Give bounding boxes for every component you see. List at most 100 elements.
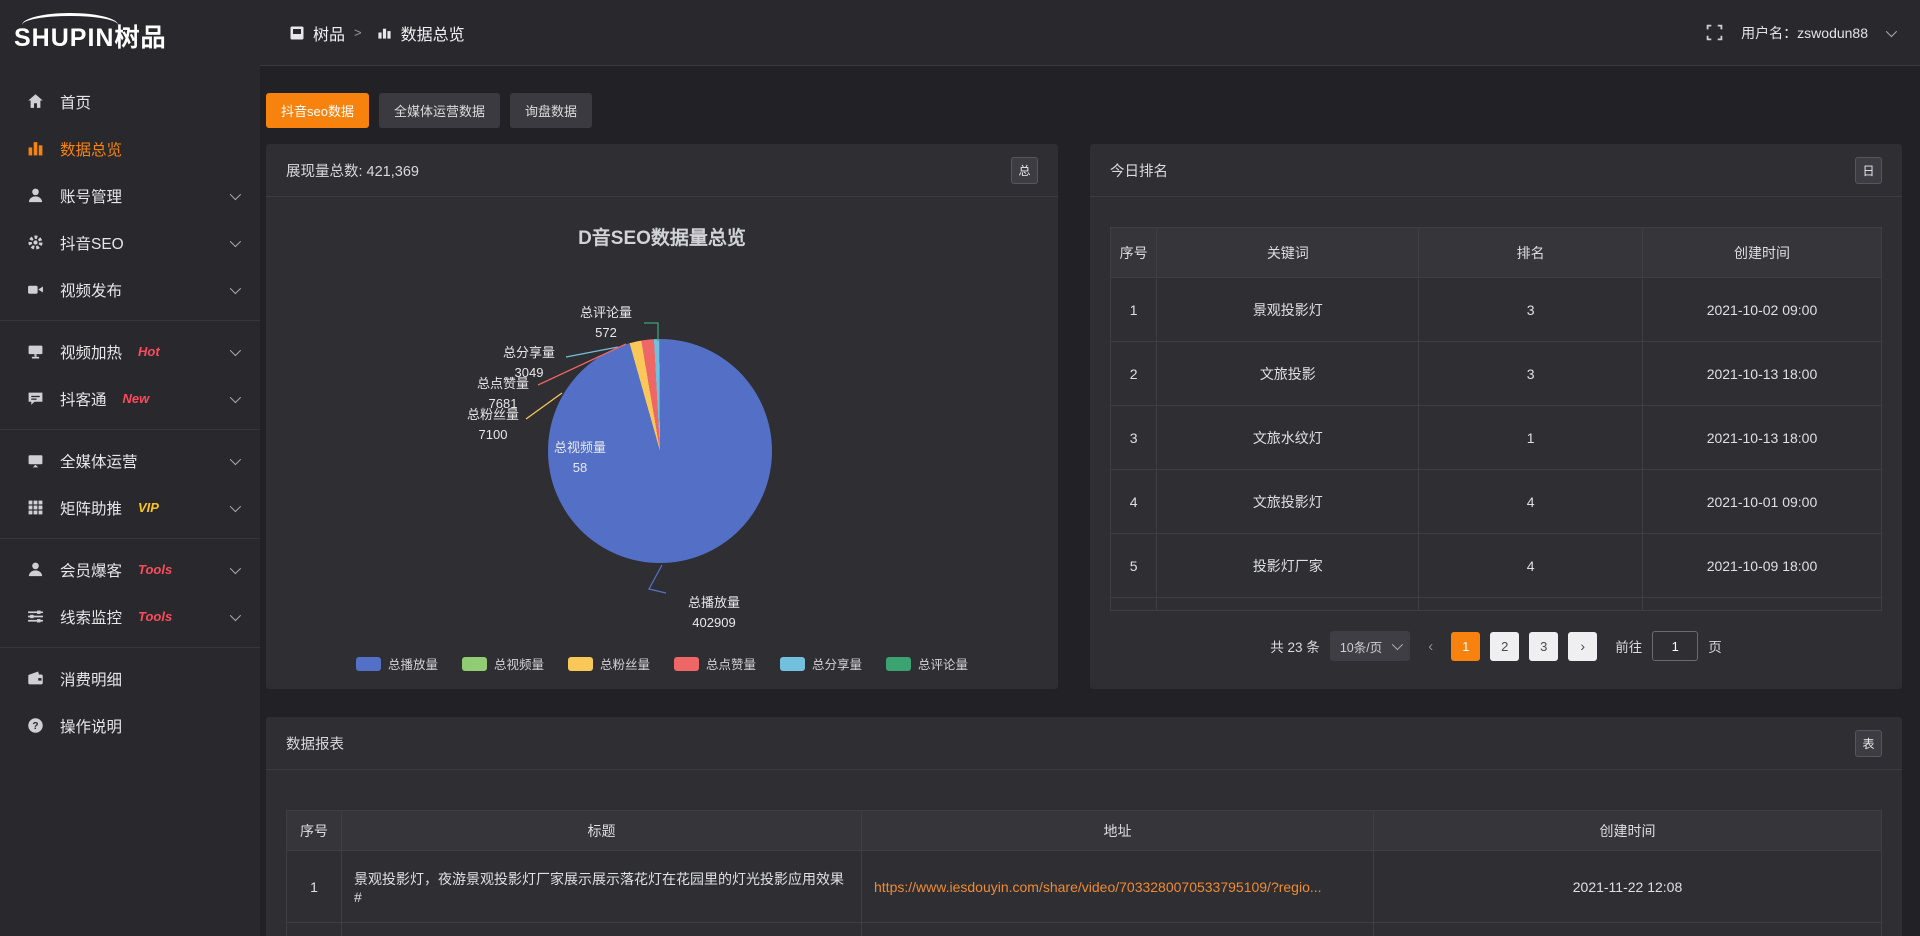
sidebar-item-video-publish[interactable]: 视频发布 [0, 266, 260, 313]
legend-item[interactable]: 总播放量 [356, 654, 438, 673]
legend-item[interactable]: 总分享量 [780, 654, 862, 673]
sidebar-divider [0, 429, 260, 430]
column-header: 创建时间 [1374, 811, 1882, 851]
day-view-button[interactable]: 日 [1855, 157, 1882, 184]
sidebar-divider [0, 647, 260, 648]
legend-item[interactable]: 总评论量 [886, 654, 968, 673]
prev-page-button[interactable]: ‹ [1420, 638, 1441, 655]
screen-icon [26, 343, 45, 360]
page-button-3[interactable]: 3 [1529, 632, 1558, 661]
column-header: 创建时间 [1642, 228, 1881, 278]
callout-comments: 总评论量572 [561, 303, 651, 343]
table-cell: 2021-10-13 18:00 [1642, 342, 1881, 406]
bar-chart-icon [26, 140, 45, 157]
table-row[interactable]: 5 投影灯厂家 4 2021-10-09 18:00 [1111, 534, 1882, 598]
tab-inquiry-data[interactable]: 询盘数据 [510, 93, 592, 128]
chat-icon [26, 390, 45, 407]
breadcrumb-current: 数据总览 [401, 21, 465, 45]
sidebar-divider [0, 320, 260, 321]
table-cell: 文旅水纹灯 [1157, 406, 1419, 470]
breadcrumb-separator: > [354, 25, 362, 40]
table-row[interactable]: 4 文旅投影灯 4 2021-10-01 09:00 [1111, 470, 1882, 534]
user-menu-chevron-icon[interactable] [1886, 25, 1897, 36]
sidebar-item-label: 矩阵助推 [60, 497, 122, 519]
tab-omnimedia-data[interactable]: 全媒体运营数据 [379, 93, 500, 128]
column-header: 序号 [287, 811, 342, 851]
column-header: 标题 [342, 811, 862, 851]
next-page-button[interactable]: › [1568, 632, 1597, 661]
per-page-select[interactable]: 10条/页 [1330, 631, 1410, 661]
fullscreen-icon[interactable] [1706, 24, 1723, 41]
sidebar-item-douketong[interactable]: 抖客通 New [0, 375, 260, 422]
rank-panel-title: 今日排名 [1110, 160, 1168, 181]
monitor-icon [26, 452, 45, 469]
table-cell: 2021-11-22 12:08 [1374, 851, 1882, 923]
video-icon [26, 281, 45, 298]
username-label[interactable]: 用户名：zswodun88 [1741, 23, 1868, 43]
sidebar-item-consumption[interactable]: 消费明细 [0, 655, 260, 702]
sidebar-divider [0, 538, 260, 539]
sidebar-item-instructions[interactable]: ? 操作说明 [0, 702, 260, 749]
data-report-panel: 数据报表 表 序号 标题 地址 创建时间 1 景观投影灯，夜游景观投影灯厂家展示… [266, 717, 1902, 936]
goto-page-input[interactable] [1652, 631, 1698, 661]
top-header: 树品 > 数据总览 用户名：zswodun88 [260, 0, 1920, 66]
chart-title: D音SEO数据量总览 [266, 223, 1058, 250]
chevron-down-icon [230, 391, 241, 402]
total-view-button[interactable]: 总 [1011, 157, 1038, 184]
table-row[interactable]: 1 景观投影灯 3 2021-10-02 09:00 [1111, 278, 1882, 342]
chevron-down-icon [230, 188, 241, 199]
callout-videos: 总视频量58 [542, 438, 618, 478]
table-cell: 3 [1111, 406, 1157, 470]
pagination: 共 23 条 10条/页 ‹ 1 2 3 › 前往 页 [1110, 631, 1882, 661]
page-button-1[interactable]: 1 [1451, 632, 1480, 661]
table-row[interactable]: 1 景观投影灯，夜游景观投影灯厂家展示展示落花灯在花园里的灯光投影应用效果 # … [287, 851, 1882, 923]
callout-plays: 总播放量402909 [666, 593, 762, 633]
impressions-total-label: 展现量总数: 421,369 [286, 160, 419, 181]
sidebar: SHUPIN树品 首页 数据总览 账号管理 抖音SEO [0, 0, 260, 936]
video-url-link[interactable]: https://www.iesdouyin.com/share/video/70… [874, 879, 1322, 895]
table-cell: 2021-10-13 18:00 [1642, 406, 1881, 470]
sidebar-item-data-overview[interactable]: 数据总览 [0, 125, 260, 172]
sidebar-item-member-burst[interactable]: 会员爆客 Tools [0, 546, 260, 593]
sidebar-item-douyin-seo[interactable]: 抖音SEO [0, 219, 260, 266]
sidebar-item-video-heat[interactable]: 视频加热 Hot [0, 328, 260, 375]
pie-chart: D音SEO数据量总览 总评论量572 总分享量3049 总点赞量7681 [266, 197, 1058, 689]
legend-item[interactable]: 总视频量 [462, 654, 544, 673]
sidebar-item-label: 抖音SEO [60, 232, 124, 254]
chevron-down-icon [230, 500, 241, 511]
breadcrumb-root[interactable]: 树品 [313, 21, 345, 45]
table-cell: 1 [1419, 406, 1643, 470]
sidebar-item-clue-monitor[interactable]: 线索监控 Tools [0, 593, 260, 640]
sidebar-item-label: 操作说明 [60, 715, 122, 737]
sidebar-item-home[interactable]: 首页 [0, 78, 260, 125]
table-row[interactable]: 3 文旅水纹灯 1 2021-10-13 18:00 [1111, 406, 1882, 470]
table-cell: 3 [1419, 278, 1643, 342]
sidebar-item-label: 线索监控 [60, 606, 122, 628]
legend-item[interactable]: 总粉丝量 [568, 654, 650, 673]
column-header: 地址 [862, 811, 1374, 851]
report-panel-title: 数据报表 [286, 733, 344, 754]
table-cell: 景观投影灯 [1157, 278, 1419, 342]
chevron-down-icon [230, 282, 241, 293]
page-button-2[interactable]: 2 [1490, 632, 1519, 661]
sidebar-item-matrix-boost[interactable]: 矩阵助推 VIP [0, 484, 260, 531]
legend-swatch [886, 657, 911, 671]
table-cell: 5 [1111, 534, 1157, 598]
main-content: 抖音seo数据 全媒体运营数据 询盘数据 展现量总数: 421,369 总 D音… [260, 67, 1920, 936]
table-view-button[interactable]: 表 [1855, 730, 1882, 757]
chevron-down-icon [230, 609, 241, 620]
legend-swatch [568, 657, 593, 671]
tab-douyin-seo-data[interactable]: 抖音seo数据 [266, 93, 369, 128]
legend-item[interactable]: 总点赞量 [674, 654, 756, 673]
legend-swatch [780, 657, 805, 671]
sidebar-item-account[interactable]: 账号管理 [0, 172, 260, 219]
goto-label: 前往 [1615, 636, 1642, 656]
app-logo[interactable]: SHUPIN树品 [0, 0, 260, 66]
legend-swatch [356, 657, 381, 671]
sidebar-item-omnimedia[interactable]: 全媒体运营 [0, 437, 260, 484]
tools-badge: Tools [138, 562, 172, 577]
member-icon [26, 561, 45, 578]
user-icon [26, 187, 45, 204]
table-row[interactable]: 2 文旅投影 3 2021-10-13 18:00 [1111, 342, 1882, 406]
chevron-down-icon [230, 453, 241, 464]
